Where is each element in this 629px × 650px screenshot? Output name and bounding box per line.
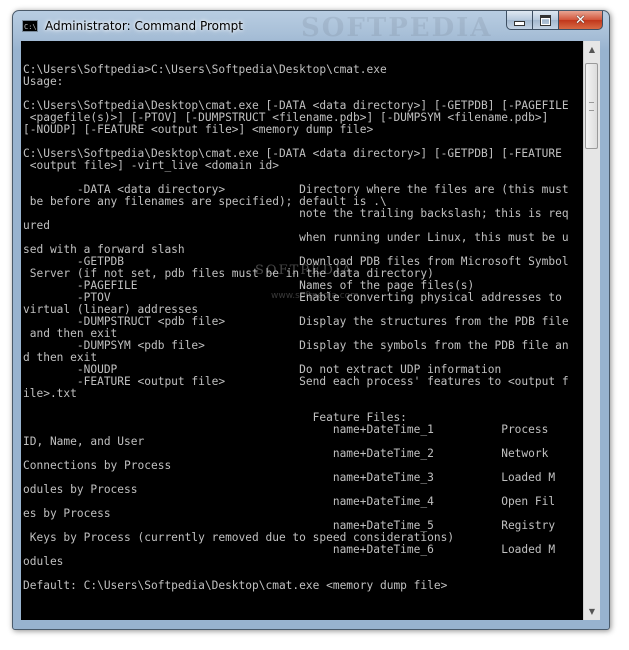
scroll-thumb[interactable]: [585, 63, 598, 149]
console-line: C:\Users\Softpedia>C:\Users\Softpedia\De…: [23, 63, 387, 76]
vertical-scrollbar[interactable]: ▲ ▼: [583, 41, 600, 620]
minimize-icon: [514, 20, 525, 26]
window-title: Administrator: Command Prompt: [45, 19, 243, 33]
minimize-button[interactable]: [506, 11, 533, 30]
softpedia-watermark: SOFTPEDIA: [301, 13, 493, 43]
scroll-up-arrow-icon[interactable]: ▲: [584, 41, 600, 58]
close-icon: ✕: [575, 12, 586, 28]
console-watermark: SOFTPEDIA: [255, 263, 354, 278]
console-line: ile>.txt: [23, 387, 77, 400]
console-line: odules: [23, 555, 64, 568]
close-button[interactable]: ✕: [559, 11, 603, 30]
command-prompt-icon[interactable]: C:\: [22, 20, 38, 32]
console-text: C:\Users\Softpedia>C:\Users\Softpedia\De…: [23, 64, 569, 620]
console-line: name+DateTime_6 Loaded M: [23, 543, 556, 556]
console-line: Default: C:\Users\Softpedia\Desktop\cmat…: [23, 579, 448, 592]
command-prompt-window[interactable]: C:\ Administrator: Command Prompt SOFTPE…: [12, 10, 610, 630]
console-line: Usage:: [23, 75, 64, 88]
console-output-area[interactable]: C:\Users\Softpedia>C:\Users\Softpedia\De…: [21, 41, 583, 620]
caption-buttons: ✕: [506, 11, 603, 30]
console-line: [-NOUDP] [-FEATURE <output file>] <memor…: [23, 123, 374, 136]
console-line: -DUMPSYM <pdb file> Display the symbols …: [23, 339, 569, 352]
scroll-down-arrow-icon[interactable]: ▼: [584, 603, 600, 620]
console-watermark-url: www.softpedia.com: [271, 291, 359, 301]
title-bar[interactable]: C:\ Administrator: Command Prompt SOFTPE…: [13, 11, 609, 43]
console-line: <output file>] -virt_live <domain id>: [23, 159, 279, 172]
console-line: note the trailing backslash; this is req: [23, 207, 569, 220]
maximize-icon: [540, 14, 551, 26]
maximize-button[interactable]: [533, 11, 559, 30]
console-line: -FEATURE <output file> Send each process…: [23, 375, 569, 388]
scroll-thumb-grip: [589, 102, 594, 111]
